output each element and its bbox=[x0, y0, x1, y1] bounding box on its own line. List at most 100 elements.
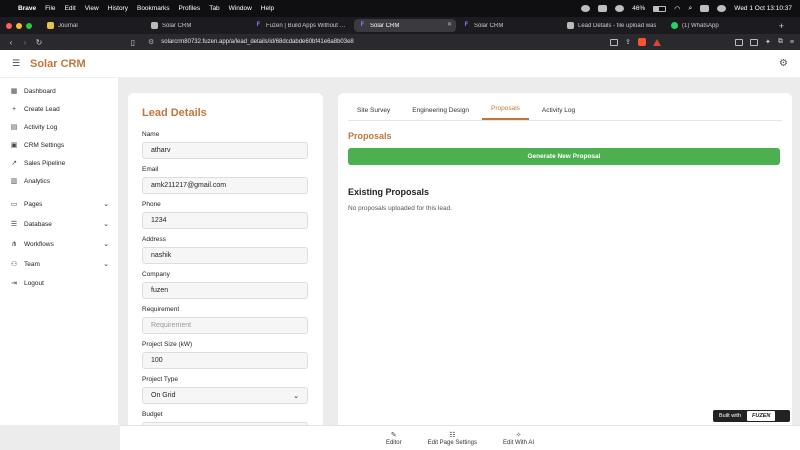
zoom-window-button[interactable] bbox=[26, 22, 32, 29]
browser-tab-solar-crm-3[interactable]: F Solar CRM bbox=[458, 19, 560, 32]
close-window-button[interactable] bbox=[6, 22, 12, 29]
menubar-clock[interactable]: Wed 1 Oct 13:10:37 bbox=[734, 5, 792, 12]
reload-icon[interactable]: ↻ bbox=[34, 38, 44, 47]
email-label: Email bbox=[142, 166, 159, 173]
close-tab-icon[interactable]: ✕ bbox=[447, 21, 452, 28]
forward-icon[interactable]: › bbox=[20, 38, 30, 47]
menu-profiles[interactable]: Profiles bbox=[179, 5, 201, 12]
sidebar-group-team[interactable]: ⚇ Team ⌄ bbox=[0, 254, 118, 274]
chart-icon: ↗ bbox=[11, 160, 17, 167]
sidebar-item-label: CRM Settings bbox=[24, 141, 65, 149]
menu-icon[interactable]: ≡ bbox=[790, 39, 794, 46]
gear-icon[interactable]: ⚙ bbox=[779, 58, 788, 69]
team-icon: ⚇ bbox=[10, 261, 18, 268]
sidebar-group-pages[interactable]: ▭ Pages ⌄ bbox=[0, 194, 118, 214]
phone-field[interactable]: 1234 bbox=[142, 212, 308, 229]
sidebar-item-logout[interactable]: ⇥ Logout bbox=[0, 274, 118, 292]
project-size-field[interactable]: 100 bbox=[142, 352, 308, 369]
sidebar-group-workflows[interactable]: ⋔ Workflows ⌄ bbox=[0, 234, 118, 254]
sidebar-item-analytics[interactable]: ▥ Analytics bbox=[0, 172, 118, 190]
menu-bookmarks[interactable]: Bookmarks bbox=[137, 5, 170, 12]
tab-title: Lead Details - file upload was bbox=[578, 22, 657, 29]
tab-title: Solar CRM bbox=[162, 22, 192, 29]
menu-app-name[interactable]: Brave bbox=[18, 5, 36, 12]
menu-file[interactable]: File bbox=[45, 5, 55, 12]
sidebar-item-sales-pipeline[interactable]: ↗ Sales Pipeline bbox=[0, 154, 118, 172]
sidebar-item-label: Sales Pipeline bbox=[24, 159, 66, 167]
status-clock-icon[interactable] bbox=[615, 5, 625, 12]
back-icon[interactable]: ‹ bbox=[6, 38, 16, 47]
fuzen-icon: F bbox=[256, 22, 261, 28]
requirement-field[interactable]: Requirement bbox=[142, 317, 308, 334]
email-field[interactable]: amk211217@gmail.com bbox=[142, 177, 308, 194]
search-icon[interactable]: ⌕ bbox=[688, 5, 692, 13]
tab-activity-log[interactable]: Activity Log bbox=[533, 107, 584, 120]
browser-tab-solar-crm-1[interactable]: Solar CRM bbox=[146, 19, 248, 32]
tab-engineering-design[interactable]: Engineering Design bbox=[403, 107, 478, 120]
battery-icon[interactable] bbox=[653, 5, 667, 12]
new-tab-icon[interactable]: + bbox=[779, 21, 784, 31]
wifi-icon[interactable]: ◠ bbox=[674, 5, 680, 13]
menu-help[interactable]: Help bbox=[261, 5, 274, 12]
company-field[interactable]: fuzen bbox=[142, 282, 308, 299]
proposals-panel: Site Survey Engineering Design Proposals… bbox=[338, 93, 792, 433]
sidebar-item-activity-log[interactable]: ▤ Activity Log bbox=[0, 118, 118, 136]
tab-site-survey[interactable]: Site Survey bbox=[348, 107, 399, 120]
editor-button[interactable]: ✎ Editor bbox=[386, 426, 402, 450]
menu-edit[interactable]: Edit bbox=[65, 5, 76, 12]
browser-tab-fuzen[interactable]: F Fuzen | Build Apps Without Co bbox=[250, 19, 352, 32]
status-display-icon[interactable] bbox=[598, 5, 608, 12]
tab-title: (1) WhatsApp bbox=[682, 22, 719, 29]
share-icon[interactable]: ⇪ bbox=[625, 38, 631, 46]
siri-icon[interactable] bbox=[717, 5, 727, 12]
address-field[interactable]: nashik bbox=[142, 247, 308, 264]
sidebar-item-create-lead[interactable]: + Create Lead bbox=[0, 100, 118, 118]
site-info-icon[interactable]: ⚙ bbox=[148, 38, 154, 46]
sidebar-item-crm-settings[interactable]: ▣ CRM Settings bbox=[0, 136, 118, 154]
bookmark-icon[interactable]: ▯ bbox=[128, 38, 138, 47]
sidebar-group-database[interactable]: ☰ Database ⌄ bbox=[0, 214, 118, 234]
brave-rewards-icon[interactable] bbox=[653, 38, 662, 46]
app-brand[interactable]: Solar CRM bbox=[30, 58, 86, 70]
tab-proposals[interactable]: Proposals bbox=[481, 105, 529, 120]
browser-tab-whatsapp[interactable]: (1) WhatsApp bbox=[666, 19, 768, 32]
menu-view[interactable]: View bbox=[85, 5, 99, 12]
browser-tab-journal[interactable]: Journal bbox=[42, 19, 144, 32]
chevron-down-icon: ⌄ bbox=[293, 392, 299, 400]
company-label: Company bbox=[142, 271, 170, 278]
control-center-icon[interactable] bbox=[700, 5, 710, 12]
app-header: ☰ Solar CRM ⚙ bbox=[0, 50, 800, 78]
menu-history[interactable]: History bbox=[108, 5, 128, 12]
edit-page-settings-button[interactable]: ☷ Edit Page Settings bbox=[428, 426, 477, 450]
browser-tab-lead-details[interactable]: Lead Details - file upload was bbox=[562, 19, 664, 32]
project-type-label: Project Type bbox=[142, 376, 179, 383]
status-app-icon[interactable] bbox=[581, 5, 591, 12]
edit-with-ai-button[interactable]: ✧ Edit With AI bbox=[503, 426, 534, 450]
menu-window[interactable]: Window bbox=[229, 5, 252, 12]
settings-icon: ▣ bbox=[10, 142, 18, 149]
menu-tab[interactable]: Tab bbox=[209, 5, 219, 12]
minimize-window-button[interactable] bbox=[16, 22, 22, 29]
sidebar-item-dashboard[interactable]: ▦ Dashboard bbox=[0, 82, 118, 100]
browser-tab-solar-crm-active[interactable]: F Solar CRM ✕ bbox=[354, 19, 456, 32]
leo-icon[interactable]: ✦ bbox=[765, 38, 771, 46]
sidebar-toggle-icon[interactable] bbox=[735, 38, 744, 46]
project-type-select[interactable]: On Grid ⌄ bbox=[142, 387, 308, 404]
url-field[interactable]: ⚙ solarcrm80732.fuzen.app/a/lead_details… bbox=[148, 38, 610, 46]
proposals-section-title: Proposals bbox=[348, 131, 392, 141]
generate-proposal-button[interactable]: Generate New Proposal bbox=[348, 148, 780, 165]
plus-icon: + bbox=[11, 105, 17, 113]
extensions-icon[interactable]: ⧉ bbox=[778, 38, 783, 46]
name-field[interactable]: atharv bbox=[142, 142, 308, 159]
sliders-icon: ☷ bbox=[449, 431, 456, 439]
hamburger-menu-icon[interactable]: ☰ bbox=[12, 58, 21, 69]
reader-icon[interactable] bbox=[610, 38, 619, 46]
wallet-icon[interactable] bbox=[750, 38, 759, 46]
built-with-badge[interactable]: Built with FUZEN bbox=[713, 410, 790, 422]
chevron-down-icon: ⌄ bbox=[103, 241, 109, 248]
sidebar-group-label: Team bbox=[24, 260, 40, 268]
brave-shield-icon[interactable] bbox=[638, 38, 647, 46]
whatsapp-icon bbox=[671, 22, 678, 29]
sidebar-item-label: Dashboard bbox=[24, 87, 56, 95]
main-content: Lead Details Name atharv Email amk211217… bbox=[118, 78, 800, 433]
